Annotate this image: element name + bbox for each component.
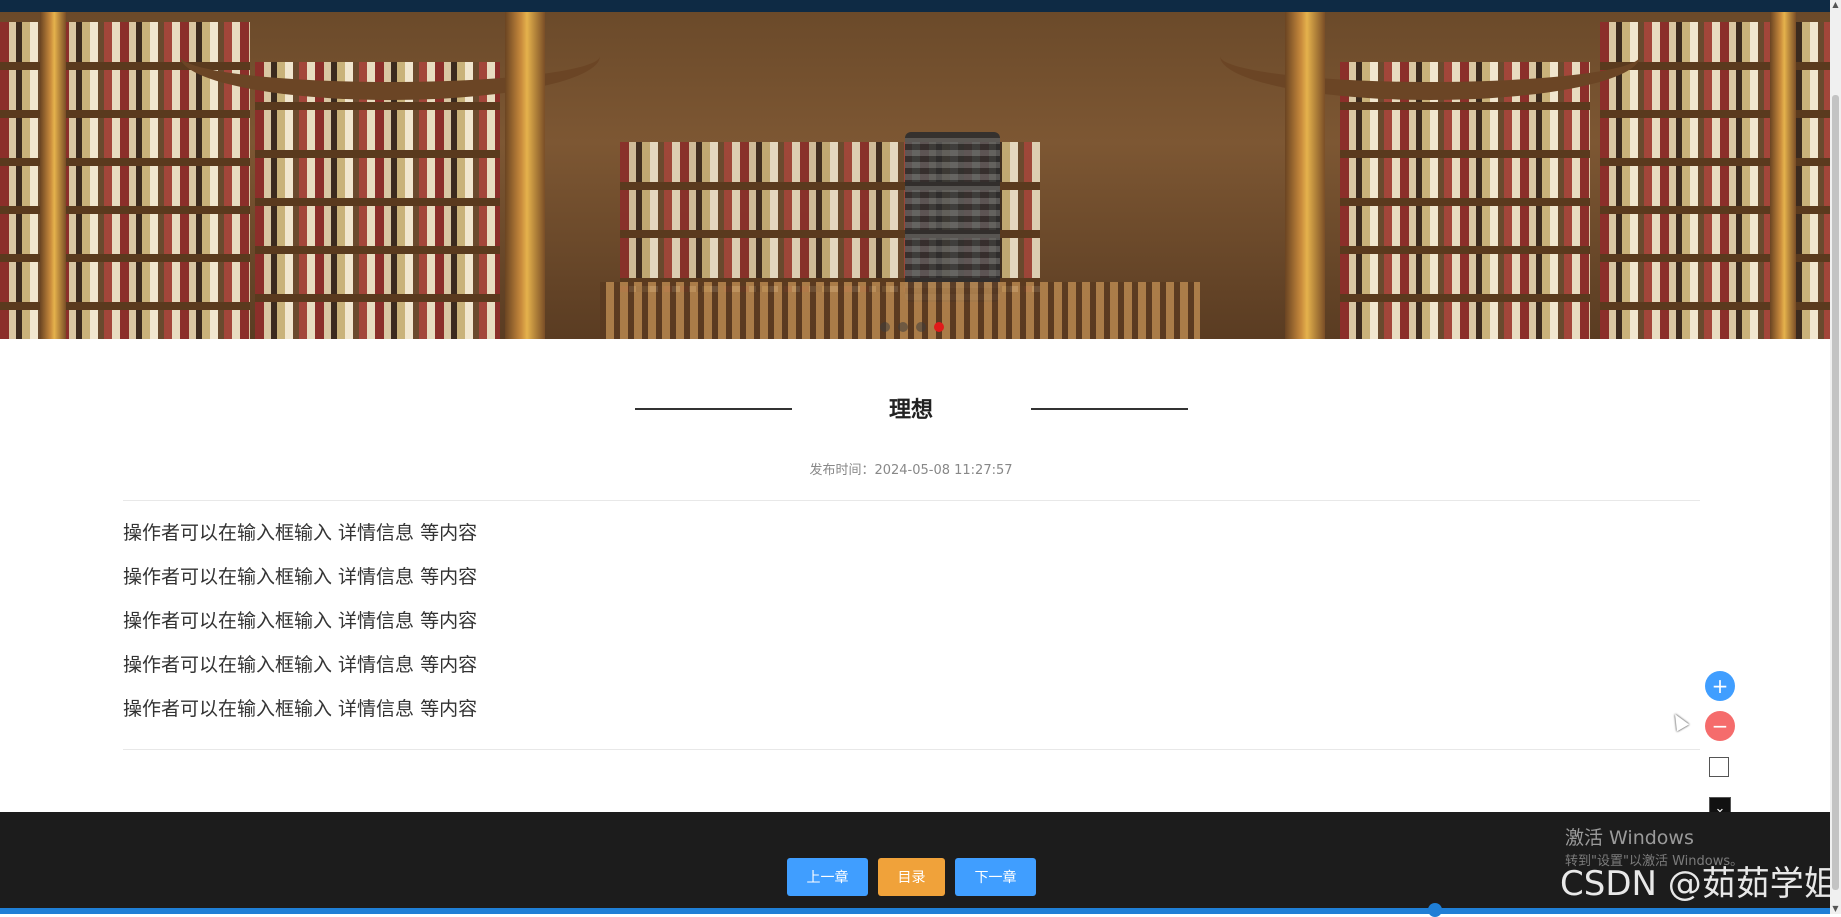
bottom-bar-handle[interactable]: [1428, 903, 1442, 917]
banner-image: [0, 12, 1830, 339]
carousel-dot[interactable]: [916, 322, 926, 332]
title-right-line: [1031, 408, 1188, 410]
content-paragraph: 操作者可以在输入框输入 详情信息 等内容: [123, 654, 478, 676]
content-paragraph: 操作者可以在输入框输入 详情信息 等内容: [123, 610, 478, 632]
content-paragraph: 操作者可以在输入框输入 详情信息 等内容: [123, 698, 478, 720]
divider: [123, 500, 1700, 501]
zoom-in-button[interactable]: +: [1705, 671, 1735, 701]
fullscreen-button[interactable]: [1709, 757, 1729, 777]
page-title: 理想: [888, 398, 933, 423]
article-content: 操作者可以在输入框输入 详情信息 等内容 操作者可以在输入框输入 详情信息 等内…: [123, 522, 477, 742]
zoom-out-button[interactable]: −: [1705, 711, 1735, 741]
windows-activation-title: 激活 Windows: [1565, 827, 1694, 849]
content-paragraph: 操作者可以在输入框输入 详情信息 等内容: [123, 522, 478, 544]
table-of-contents-button[interactable]: 目录: [878, 858, 945, 896]
spiral-staircase: [905, 132, 1000, 302]
carousel-dot-active[interactable]: [934, 322, 944, 332]
carousel-dot[interactable]: [880, 322, 890, 332]
csdn-watermark: CSDN @茹茹学姐: [1560, 864, 1838, 904]
next-chapter-button[interactable]: 下一章: [955, 858, 1036, 896]
divider: [123, 749, 1700, 750]
carousel-indicators: [880, 322, 944, 332]
scrollbar-thumb[interactable]: [1832, 95, 1839, 890]
carousel-dot[interactable]: [898, 322, 908, 332]
scroll-down-arrow-icon[interactable]: ▼: [1831, 904, 1840, 913]
top-nav-bar: [0, 0, 1830, 12]
prev-chapter-button[interactable]: 上一章: [787, 858, 868, 896]
content-paragraph: 操作者可以在输入框输入 详情信息 等内容: [123, 566, 478, 588]
bottom-progress-bar: [0, 908, 1830, 914]
scroll-up-arrow-icon[interactable]: ▲: [1831, 0, 1840, 9]
mouse-cursor-icon: [1668, 710, 1690, 732]
publish-time: 发布时间：2024-05-08 11:27:57: [809, 463, 1013, 478]
article-title-row: 理想: [0, 390, 1830, 426]
